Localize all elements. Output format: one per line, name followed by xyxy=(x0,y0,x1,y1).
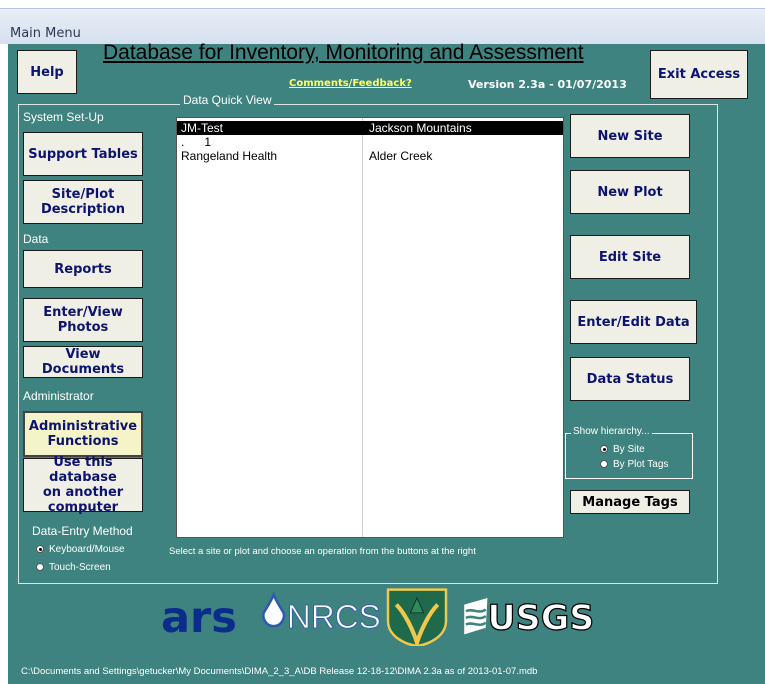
ars-logo: ars xyxy=(161,593,237,643)
svg-text:ars: ars xyxy=(161,593,237,643)
view-documents-button[interactable]: View Documents xyxy=(23,346,143,378)
exit-access-button[interactable]: Exit Access xyxy=(650,50,748,99)
nrcs-logo: NRCS xyxy=(262,590,381,636)
site-plot-description-button[interactable]: Site/Plot Description xyxy=(23,180,143,224)
svg-text:NRCS: NRCS xyxy=(287,599,381,636)
list-item-area: Alder Creek xyxy=(369,149,433,163)
keyboard-mouse-radio[interactable]: Keyboard/Mouse xyxy=(36,544,125,555)
list-item-site: Rangeland Health xyxy=(181,149,278,163)
enter-edit-data-button[interactable]: Enter/Edit Data xyxy=(570,300,697,344)
by-plot-tags-radio[interactable]: By Plot Tags xyxy=(600,459,668,470)
reports-button[interactable]: Reports xyxy=(23,250,143,288)
blm-seal-logo xyxy=(386,588,448,646)
usgs-logo: USGS xyxy=(464,598,595,639)
list-item[interactable]: Rangeland Health Alder Creek xyxy=(177,149,563,163)
by-site-radio[interactable]: By Site xyxy=(600,444,645,455)
edit-site-button[interactable]: Edit Site xyxy=(570,235,690,279)
agency-logos: ars NRCS USGS xyxy=(161,588,595,646)
list-item-site: JM-Test xyxy=(181,121,223,135)
touch-screen-radio[interactable]: Touch-Screen xyxy=(36,562,111,573)
show-hierarchy-group xyxy=(565,433,693,479)
main-menu-form: Help Database for Inventory, Monitoring … xyxy=(8,41,765,684)
list-item-area: Jackson Mountains xyxy=(369,121,472,135)
manage-tags-button[interactable]: Manage Tags xyxy=(570,490,690,514)
list-item[interactable]: JM-Test Jackson Mountains xyxy=(177,121,563,135)
database-file-path: C:\Documents and Settings\getucker\My Do… xyxy=(21,666,538,677)
touch-screen-label: Touch-Screen xyxy=(49,562,111,573)
data-status-button[interactable]: Data Status xyxy=(570,357,690,401)
radio-selected-icon xyxy=(600,445,608,453)
use-database-on-another-computer-button[interactable]: Use this database on another computer xyxy=(23,455,143,515)
enter-view-photos-button[interactable]: Enter/View Photos xyxy=(23,298,143,342)
window-title: Main Menu xyxy=(10,26,81,41)
radio-selected-icon xyxy=(36,545,44,553)
new-site-button[interactable]: New Site xyxy=(570,114,690,158)
feedback-link[interactable]: Comments/Feedback? xyxy=(289,78,412,89)
new-plot-button[interactable]: New Plot xyxy=(570,170,690,214)
data-quick-view-list[interactable]: JM-Test Jackson Mountains . 1 Rangeland … xyxy=(176,117,564,538)
by-site-label: By Site xyxy=(613,444,645,455)
window-titlebar: Main Menu xyxy=(0,8,765,44)
by-plot-tags-label: By Plot Tags xyxy=(613,459,669,470)
page-title: Database for Inventory, Monitoring and A… xyxy=(103,41,584,64)
show-hierarchy-label: Show hierarchy... xyxy=(571,426,652,437)
administrative-functions-button[interactable]: Administrative Functions xyxy=(23,411,143,457)
help-button[interactable]: Help xyxy=(17,50,77,94)
radio-unselected-icon xyxy=(36,563,44,571)
system-setup-label: System Set-Up xyxy=(23,110,104,124)
svg-text:USGS: USGS xyxy=(487,598,594,638)
list-item-site: . 1 xyxy=(181,135,212,149)
list-item[interactable]: . 1 xyxy=(177,135,563,149)
data-entry-method-label: Data-Entry Method xyxy=(32,524,133,538)
keyboard-mouse-label: Keyboard/Mouse xyxy=(49,544,125,555)
administrator-label: Administrator xyxy=(23,389,94,403)
column-divider xyxy=(362,118,363,537)
data-label: Data xyxy=(23,232,49,246)
data-quick-view-label: Data Quick View xyxy=(180,93,275,107)
version-label: Version 2.3a - 01/07/2013 xyxy=(468,78,627,91)
radio-unselected-icon xyxy=(600,460,608,468)
support-tables-button[interactable]: Support Tables xyxy=(23,132,143,176)
quick-view-hint: Select a site or plot and choose an oper… xyxy=(169,546,476,557)
